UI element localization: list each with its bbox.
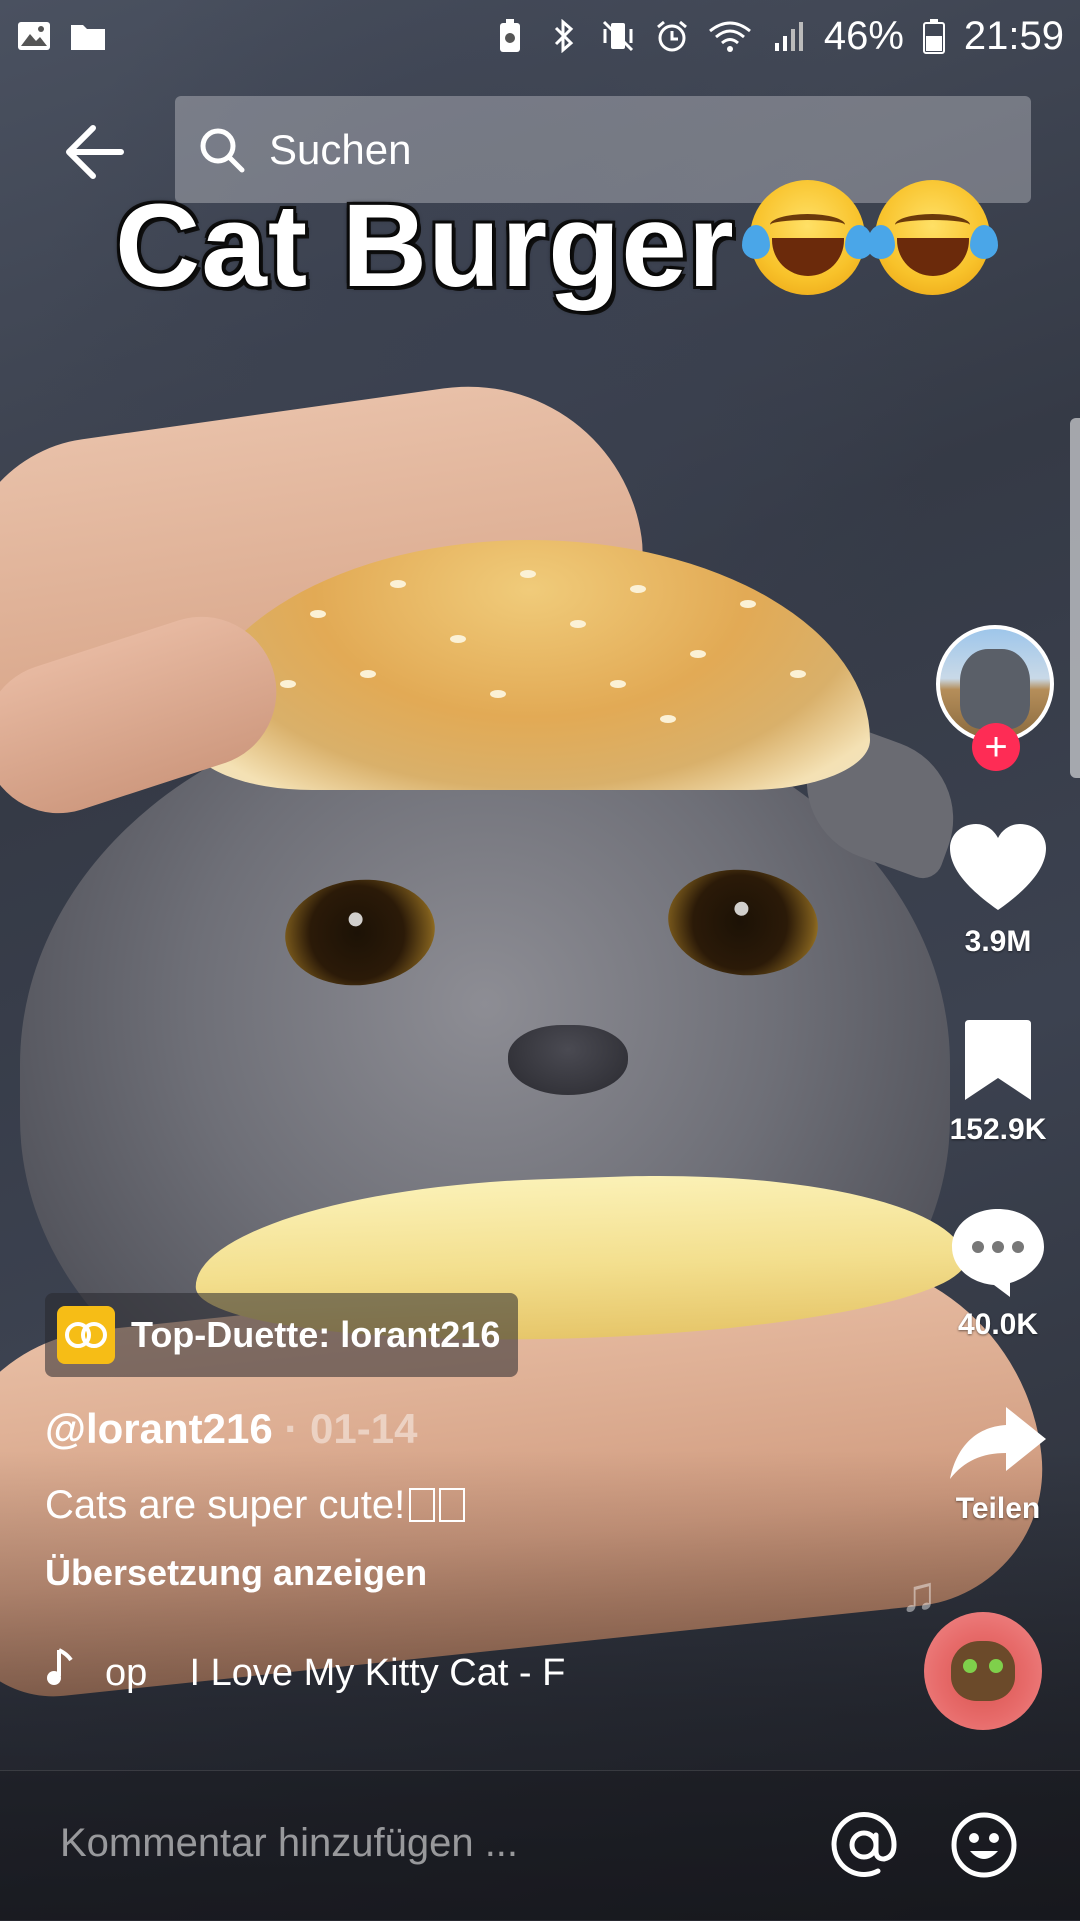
alarm-icon	[654, 18, 690, 54]
gallery-icon	[16, 18, 52, 54]
plus-icon: +	[984, 725, 1008, 769]
battery-icon	[922, 18, 946, 54]
sound-cover-cat	[951, 1641, 1015, 1701]
duet-icon	[57, 1306, 115, 1364]
laughing-crying-emoji-icon	[867, 180, 998, 295]
comment-input[interactable]: Kommentar hinzufügen ...	[60, 1821, 518, 1866]
music-note-icon	[45, 1648, 105, 1698]
laughing-crying-emoji-icon	[742, 180, 873, 295]
sound-title: op I Love My Kitty Cat - F	[105, 1651, 566, 1694]
clock: 21:59	[963, 13, 1064, 58]
search-icon	[200, 128, 245, 172]
comment-bar: Kommentar hinzufügen ...	[0, 1770, 1080, 1921]
post-date: 01-14	[310, 1405, 418, 1452]
top-duets-badge[interactable]: Top-Duette: lorant216	[45, 1293, 519, 1377]
heart-icon	[950, 824, 1046, 910]
follow-button[interactable]: +	[972, 723, 1020, 771]
search-placeholder: Suchen	[269, 125, 412, 173]
post-description: Cats are super cute!	[45, 1483, 466, 1528]
bookmark-count: 152.9K	[949, 1113, 1047, 1146]
like-count: 3.9M	[964, 925, 1032, 958]
smiley-icon	[951, 1812, 1017, 1878]
at-sign-icon	[831, 1812, 897, 1877]
cat-nose	[508, 1025, 628, 1095]
emoji-button[interactable]	[950, 1811, 1018, 1879]
comment-count: 40.0K	[957, 1308, 1039, 1341]
share-button[interactable]: Teilen	[938, 1405, 1058, 1526]
date-separator: ·	[272, 1405, 311, 1452]
bluetooth-icon	[546, 18, 582, 54]
bookmark-icon	[965, 1020, 1031, 1100]
comment-bubble-icon	[952, 1209, 1044, 1297]
music-notes-icon: ♫	[900, 1566, 938, 1622]
arrow-left-icon	[66, 125, 124, 179]
scroll-indicator	[1070, 418, 1080, 778]
duet-badge-label: Top-Duette: lorant216	[131, 1314, 501, 1355]
unsupported-glyph-icon	[409, 1488, 436, 1522]
author-line: @lorant216 · 01-14	[45, 1405, 417, 1453]
show-translation-link[interactable]: Übersetzung anzeigen	[45, 1552, 427, 1594]
battery-saver-icon	[492, 18, 528, 54]
wifi-icon	[708, 18, 752, 54]
sound-disc[interactable]	[924, 1612, 1042, 1730]
mention-button[interactable]	[830, 1811, 898, 1879]
share-label: Teilen	[955, 1492, 1041, 1525]
author-username[interactable]: @lorant216	[45, 1405, 273, 1452]
post-description-text: Cats are super cute!	[45, 1483, 406, 1527]
status-bar: 46% 21:59	[0, 0, 1080, 72]
signal-icon	[770, 18, 806, 54]
share-arrow-icon	[950, 1407, 1046, 1479]
bookmark-button[interactable]: 152.9K	[938, 1018, 1058, 1147]
vibrate-off-icon	[600, 18, 636, 54]
comment-button[interactable]: 40.0K	[938, 1205, 1058, 1342]
unsupported-glyph-icon	[439, 1488, 466, 1522]
folder-icon	[70, 18, 106, 54]
like-button[interactable]: 3.9M	[938, 822, 1058, 959]
battery-percent: 46%	[823, 13, 904, 58]
video-text-overlay: Cat Burger	[115, 180, 735, 312]
sound-marquee[interactable]: op I Love My Kitty Cat - F	[45, 1645, 590, 1701]
